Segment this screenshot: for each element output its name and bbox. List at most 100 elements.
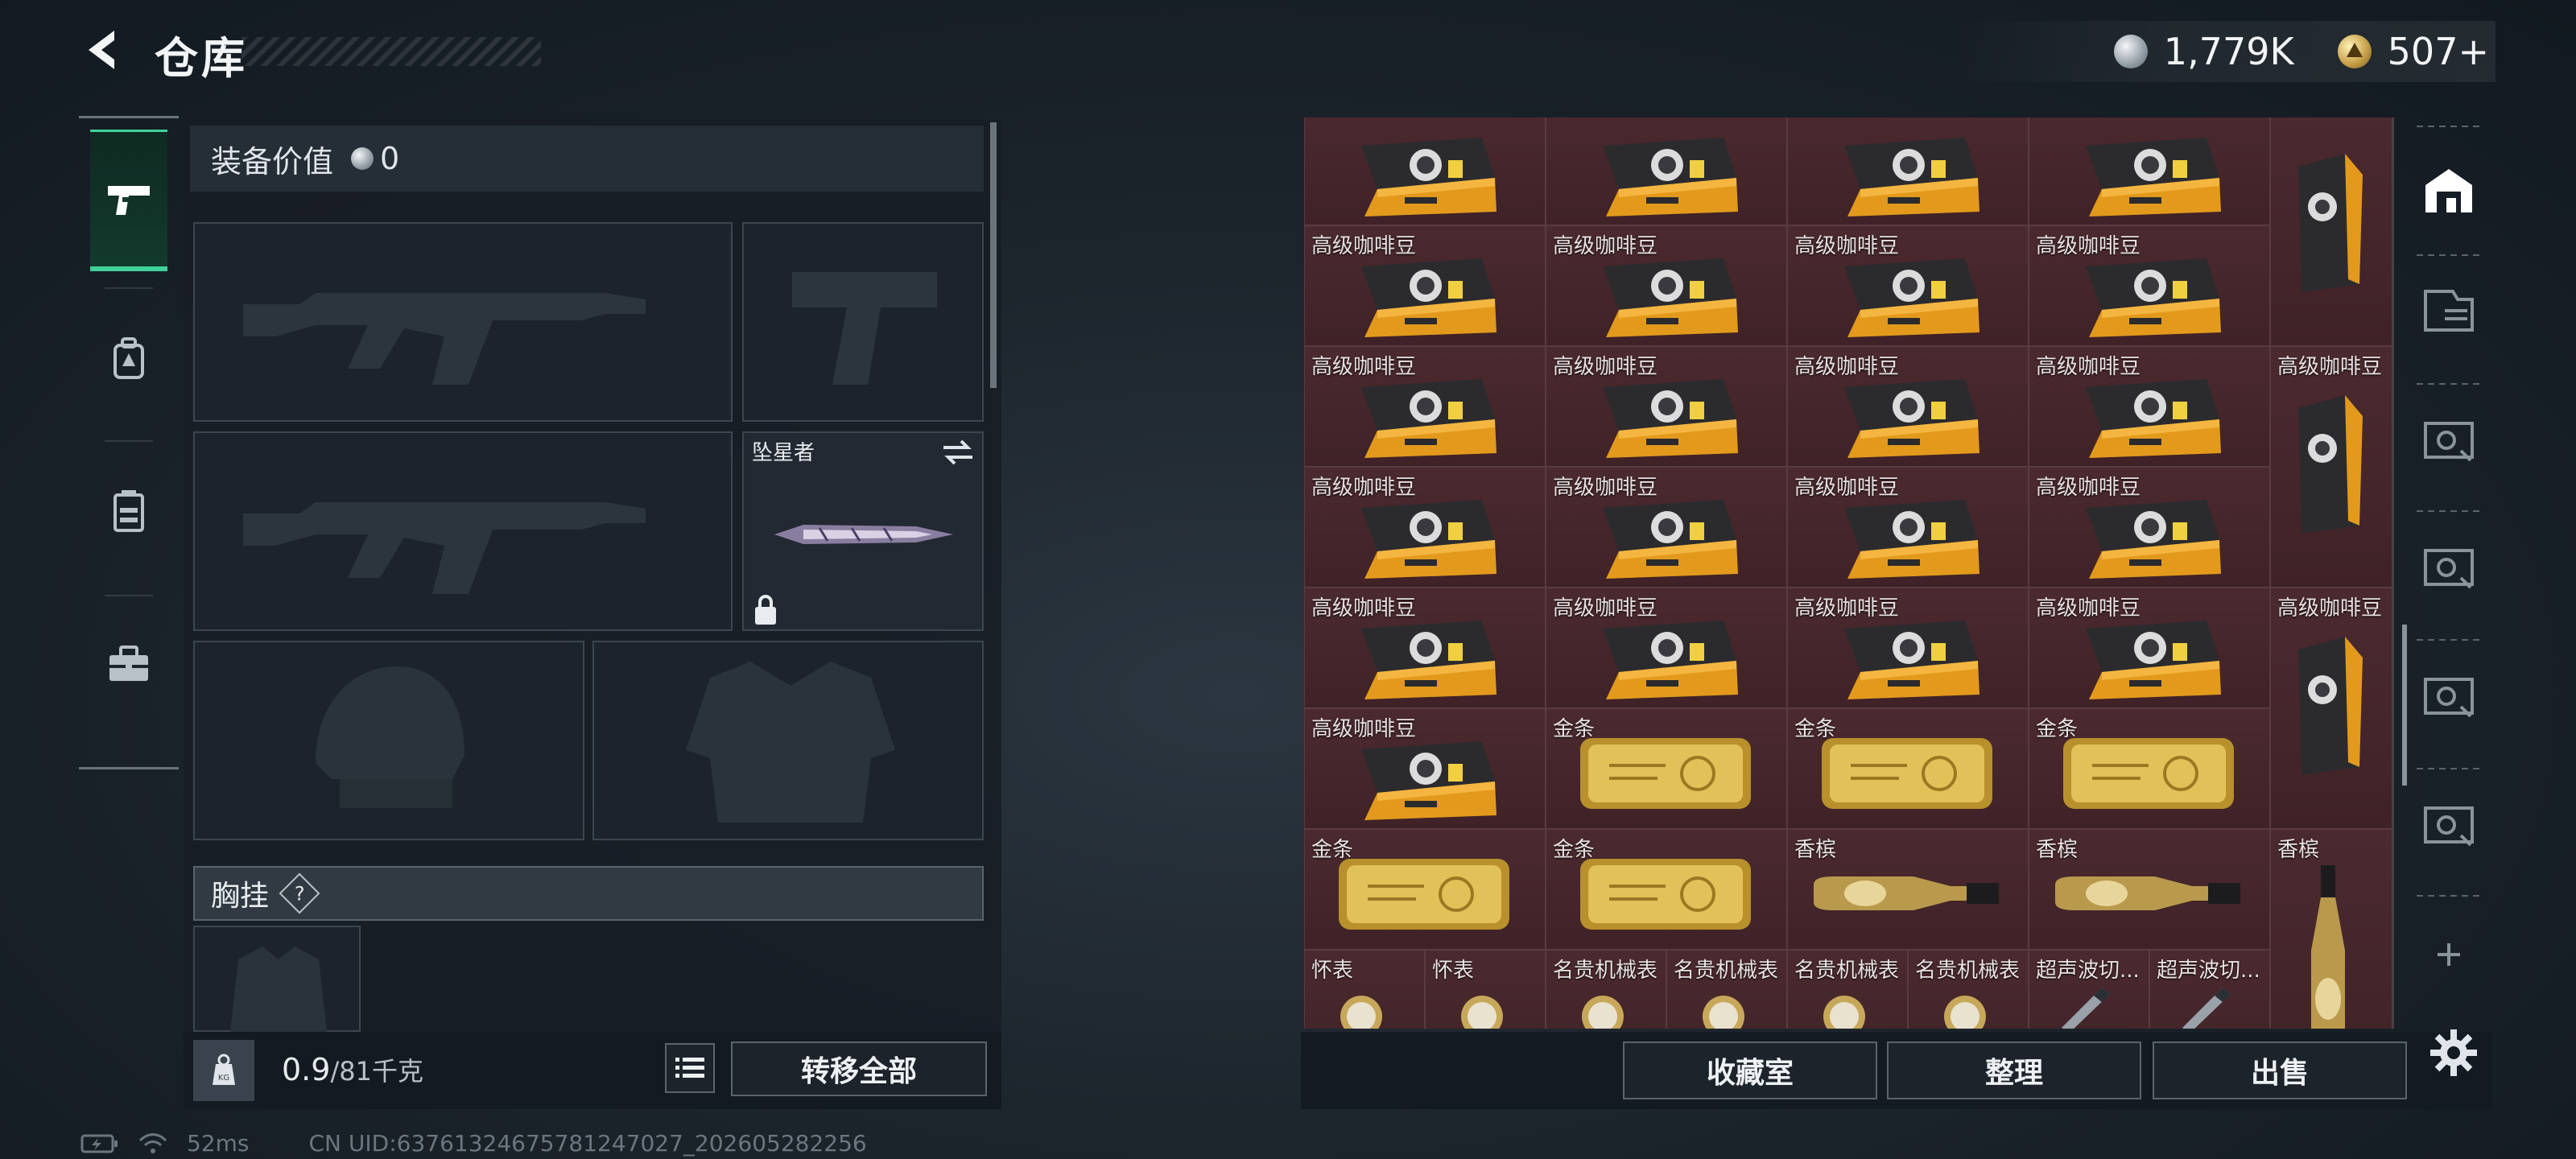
title-decoration [242,37,541,66]
category-rail [79,116,179,769]
transfer-all-button[interactable]: 转移全部 [731,1041,987,1096]
storage-item[interactable]: 金条 [1304,829,1546,950]
plus-icon [2438,943,2460,966]
equipment-scrollbar[interactable] [990,122,997,388]
storage-item[interactable]: 金条 [2029,708,2270,829]
storage-item[interactable]: 高级咖啡豆 [1546,346,1787,467]
storage-item[interactable] [1787,118,2029,225]
melee-slot[interactable]: 坠星者 [742,431,984,631]
pistol-icon [108,185,150,215]
helmet-silhouette-icon [316,666,464,808]
melee-name: 坠星者 [752,441,815,465]
item-name: 高级咖啡豆 [1553,355,1658,379]
storage-item[interactable]: 高级咖啡豆 [1546,225,1787,346]
storage-item[interactable]: 高级咖啡豆 [1304,708,1546,829]
storage-item[interactable]: 高级咖啡豆 [2029,346,2270,467]
storage-tab-6[interactable] [2417,792,2481,856]
storage-item[interactable]: 香槟 [2029,829,2270,950]
storage-item[interactable]: 高级咖啡豆 [1304,588,1546,708]
storage-tab-3[interactable] [2417,407,2481,472]
weight-readout: 0.9/81千克 [282,1051,423,1088]
chest-rig-header: 胸挂 ? [193,866,984,921]
storage-item[interactable] [1546,118,1787,225]
watch-icon [1340,996,1382,1029]
secondary-weapon-slot[interactable] [193,431,733,631]
chest-rig-slot[interactable] [193,926,361,1032]
storage-item[interactable]: 名贵机械表 [1908,950,2029,1029]
storage-box-icon [2424,422,2474,462]
storage-item[interactable]: 高级咖啡豆 [1546,588,1787,708]
storage-item[interactable]: 高级咖啡豆 [1304,346,1546,467]
storage-box-icon [2424,549,2474,589]
chest-rig-silhouette-icon [230,947,327,1032]
storage-item[interactable]: 香槟 [2270,829,2392,1029]
storage-item[interactable]: 高级咖啡豆 [2270,588,2392,829]
storage-tab-main[interactable] [2417,158,2481,222]
storage-item[interactable]: 名贵机械表 [1666,950,1787,1029]
storage-item[interactable]: 怀表 [1425,950,1546,1029]
storage-item[interactable]: 高级咖啡豆 [1304,467,1546,588]
help-icon[interactable]: ? [279,872,320,914]
rail-item-weapons[interactable] [90,130,167,271]
champagne-bottle-icon [2055,876,2240,910]
storage-item[interactable]: 金条 [1787,708,2029,829]
storage-item[interactable]: 高级咖啡豆 [1787,467,2029,588]
item-name: 高级咖啡豆 [2036,355,2141,379]
helmet-slot[interactable] [193,641,584,840]
storage-item[interactable]: 高级咖啡豆 [1787,346,2029,467]
storage-item[interactable]: 高级咖啡豆 [2029,588,2270,708]
gold-coin-icon [2337,35,2372,68]
storage-item[interactable]: 高级咖啡豆 [1787,225,2029,346]
storage-item[interactable]: 高级咖啡豆 [2270,346,2392,588]
item-name: 高级咖啡豆 [1311,596,1417,621]
toolbox-icon [109,645,148,681]
settings-button[interactable] [2423,1022,2484,1083]
armor-slot[interactable] [592,641,984,840]
storage-item[interactable]: 高级咖啡豆 [1787,588,2029,708]
sell-button[interactable]: 出售 [2153,1041,2407,1099]
storage-item[interactable] [1304,118,1546,225]
storage-item[interactable]: 超声波切... [2149,950,2270,1029]
gold-bar-icon [1822,738,1992,809]
storage-item[interactable]: 超声波切... [2029,950,2149,1029]
storage-item[interactable]: 金条 [1546,829,1787,950]
watch-icon [1944,996,1986,1029]
ultrasonic-cutter-icon [2062,988,2110,1029]
storage-tab-4[interactable] [2417,534,2481,599]
add-storage-button[interactable] [2417,930,2481,979]
storage-item[interactable]: 金条 [1546,708,1787,829]
storage-item[interactable]: 名贵机械表 [1546,950,1666,1029]
sort-button[interactable]: 整理 [1887,1041,2141,1099]
rail-item-supplies[interactable] [90,593,167,735]
item-name: 高级咖啡豆 [1311,234,1417,258]
primary-weapon-slot[interactable] [193,222,733,422]
item-name: 高级咖啡豆 [2036,596,2141,621]
storage-item[interactable]: 高级咖啡豆 [1546,467,1787,588]
storage-scrollbar[interactable] [2402,625,2407,786]
back-button[interactable] [77,24,129,76]
storage-box-icon [2424,678,2474,718]
swap-icon[interactable] [940,438,976,467]
storage-item[interactable]: 怀表 [1304,950,1425,1029]
weight-max: /81千克 [330,1056,423,1087]
storage-item[interactable]: 香槟 [1787,829,2029,950]
list-view-button[interactable] [665,1043,715,1093]
rail-item-vest[interactable] [90,440,167,582]
storage-tab-2[interactable] [2417,278,2481,343]
storage-item[interactable]: 高级咖啡豆 [1304,225,1546,346]
rail-item-backpack[interactable] [90,287,167,429]
storage-item[interactable] [2029,118,2270,225]
lock-icon [755,595,776,625]
storage-item[interactable]: 名贵机械表 [1787,950,1908,1029]
coffee-bag-icon [1603,138,1738,217]
storage-item[interactable]: 高级咖啡豆 [2029,467,2270,588]
item-name: 怀表 [1432,959,1475,983]
item-name: 高级咖啡豆 [1794,476,1900,500]
storage-tab-5[interactable] [2417,663,2481,728]
storage-item[interactable]: 高级咖啡豆 [2029,225,2270,346]
chest-rig-label: 胸挂 [211,880,270,913]
sidearm-slot[interactable] [742,222,984,422]
pistol-silhouette-icon [792,272,937,385]
storage-item[interactable] [2270,118,2392,346]
collection-room-button[interactable]: 收藏室 [1623,1041,1877,1099]
